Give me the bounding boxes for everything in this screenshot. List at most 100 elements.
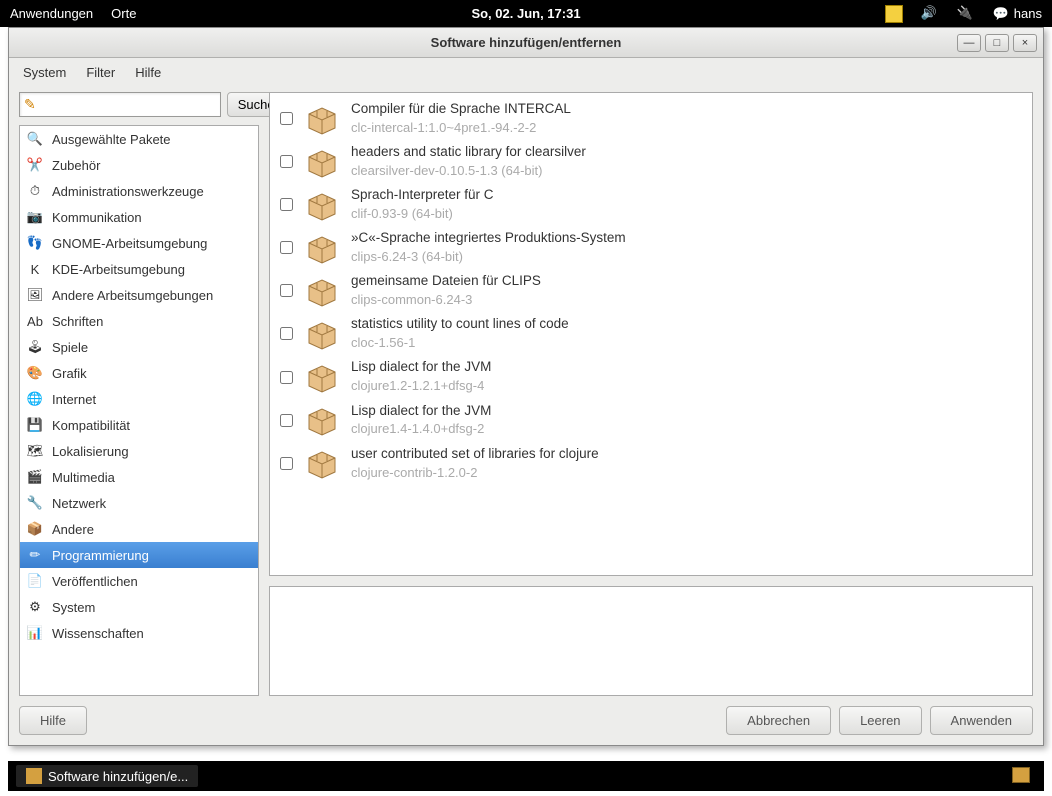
category-label: Spiele (52, 340, 88, 355)
user-menu[interactable]: 💬 hans (993, 6, 1042, 22)
package-checkbox[interactable] (280, 414, 293, 427)
category-list[interactable]: 🔍Ausgewählte Pakete✂️Zubehör⏱Administrat… (19, 125, 259, 696)
category-label: Grafik (52, 366, 87, 381)
clock[interactable]: So, 02. Jun, 17:31 (471, 6, 580, 21)
category-item[interactable]: 📄Veröffentlichen (20, 568, 258, 594)
category-label: Andere (52, 522, 94, 537)
package-text: »C«-Sprache integriertes Produktions-Sys… (351, 229, 1022, 266)
category-icon: 🎨 (26, 364, 44, 382)
package-text: Lisp dialect for the JVMclojure1.2-1.2.1… (351, 358, 1022, 395)
category-label: Administrationswerkzeuge (52, 184, 204, 199)
package-checkbox[interactable] (280, 198, 293, 211)
close-button[interactable]: × (1013, 34, 1037, 52)
category-item[interactable]: 💾 Kompatibilität (20, 412, 258, 438)
category-item[interactable]: ✏Programmierung (20, 542, 258, 568)
category-item[interactable]: 🕹 Spiele (20, 334, 258, 360)
package-checkbox[interactable] (280, 457, 293, 470)
package-checkbox[interactable] (280, 155, 293, 168)
package-title: Sprach-Interpreter für C (351, 186, 1022, 205)
category-item[interactable]: 🖼Andere Arbeitsumgebungen (20, 282, 258, 308)
volume-icon[interactable]: 🔊 (921, 5, 939, 23)
category-item[interactable]: 👣GNOME-Arbeitsumgebung (20, 230, 258, 256)
menubar: System Filter Hilfe (9, 58, 1043, 86)
package-item[interactable]: headers and static library for clearsilv… (270, 140, 1032, 183)
category-label: Ausgewählte Pakete (52, 132, 171, 147)
footer: Hilfe Abbrechen Leeren Anwenden (9, 696, 1043, 745)
package-list[interactable]: Compiler für die Sprache INTERCALclc-int… (269, 92, 1033, 576)
package-checkbox[interactable] (280, 112, 293, 125)
package-item[interactable]: Compiler für die Sprache INTERCALclc-int… (270, 97, 1032, 140)
menu-help[interactable]: Hilfe (135, 65, 161, 80)
package-text: headers and static library for clearsilv… (351, 143, 1022, 180)
package-checkbox[interactable] (280, 327, 293, 340)
category-item[interactable]: 🌐Internet (20, 386, 258, 412)
category-item[interactable]: AbSchriften (20, 308, 258, 334)
category-item[interactable]: 📷Kommunikation (20, 204, 258, 230)
menu-filter[interactable]: Filter (86, 65, 115, 80)
note-icon[interactable] (885, 5, 903, 23)
category-icon: 🌐 (26, 390, 44, 408)
menu-system[interactable]: System (23, 65, 66, 80)
package-item[interactable]: user contributed set of libraries for cl… (270, 442, 1032, 485)
taskbar-item[interactable]: Software hinzufügen/e... (16, 765, 198, 787)
menu-applications[interactable]: Anwendungen (10, 6, 93, 21)
package-item[interactable]: statistics utility to count lines of cod… (270, 312, 1032, 355)
package-checkbox[interactable] (280, 284, 293, 297)
category-icon: 🕹 (26, 338, 44, 356)
package-version: clips-common-6.24-3 (351, 291, 1022, 309)
package-checkbox[interactable] (280, 371, 293, 384)
category-item[interactable]: ⚙System (20, 594, 258, 620)
category-label: Kompatibilität (52, 418, 130, 433)
package-box-icon (305, 446, 339, 480)
search-input-wrap[interactable]: ✎ (19, 92, 221, 117)
bottom-panel: Software hinzufügen/e... (8, 761, 1044, 791)
category-label: System (52, 600, 95, 615)
category-label: Programmierung (52, 548, 149, 563)
package-item[interactable]: Lisp dialect for the JVMclojure1.2-1.2.1… (270, 355, 1032, 398)
category-item[interactable]: ⏱Administrationswerkzeuge (20, 178, 258, 204)
category-item[interactable]: 📊Wissenschaften (20, 620, 258, 646)
edit-icon: ✎ (24, 96, 36, 113)
category-item[interactable]: ✂️Zubehör (20, 152, 258, 178)
package-item[interactable]: »C«-Sprache integriertes Produktions-Sys… (270, 226, 1032, 269)
category-item[interactable]: 🔧Netzwerk (20, 490, 258, 516)
category-label: Zubehör (52, 158, 100, 173)
package-box-icon (305, 317, 339, 351)
category-icon: 💾 (26, 416, 44, 434)
workspace-switcher-icon[interactable] (1012, 767, 1030, 783)
help-button[interactable]: Hilfe (19, 706, 87, 735)
network-icon[interactable]: 🔌 (957, 5, 975, 23)
titlebar[interactable]: Software hinzufügen/entfernen — □ × (9, 28, 1043, 58)
category-item[interactable]: 🎬Multimedia (20, 464, 258, 490)
category-item[interactable]: KKDE-Arbeitsumgebung (20, 256, 258, 282)
package-title: Compiler für die Sprache INTERCAL (351, 100, 1022, 119)
category-item[interactable]: 🗺Lokalisierung (20, 438, 258, 464)
package-version: clearsilver-dev-0.10.5-1.3 (64-bit) (351, 162, 1022, 180)
cancel-button[interactable]: Abbrechen (726, 706, 831, 735)
clear-button[interactable]: Leeren (839, 706, 921, 735)
category-label: Schriften (52, 314, 103, 329)
category-icon: K (26, 260, 44, 278)
maximize-button[interactable]: □ (985, 34, 1009, 52)
package-box-icon (305, 102, 339, 136)
package-version: clojure-contrib-1.2.0-2 (351, 464, 1022, 482)
package-version: clif-0.93-9 (64-bit) (351, 205, 1022, 223)
package-item[interactable]: Lisp dialect for the JVMclojure1.4-1.4.0… (270, 399, 1032, 442)
minimize-button[interactable]: — (957, 34, 981, 52)
detail-pane (269, 586, 1033, 696)
category-icon: 🎬 (26, 468, 44, 486)
category-item[interactable]: 📦 Andere (20, 516, 258, 542)
category-item[interactable]: 🎨 Grafik (20, 360, 258, 386)
category-icon: 📦 (26, 520, 44, 538)
package-item[interactable]: gemeinsame Dateien für CLIPSclips-common… (270, 269, 1032, 312)
package-title: »C«-Sprache integriertes Produktions-Sys… (351, 229, 1022, 248)
category-label: Lokalisierung (52, 444, 129, 459)
search-input[interactable] (40, 97, 216, 112)
apply-button[interactable]: Anwenden (930, 706, 1033, 735)
category-item[interactable]: 🔍Ausgewählte Pakete (20, 126, 258, 152)
package-item[interactable]: Sprach-Interpreter für Cclif-0.93-9 (64-… (270, 183, 1032, 226)
menu-places[interactable]: Orte (111, 6, 136, 21)
package-checkbox[interactable] (280, 241, 293, 254)
package-box-icon (305, 360, 339, 394)
package-text: Compiler für die Sprache INTERCALclc-int… (351, 100, 1022, 137)
